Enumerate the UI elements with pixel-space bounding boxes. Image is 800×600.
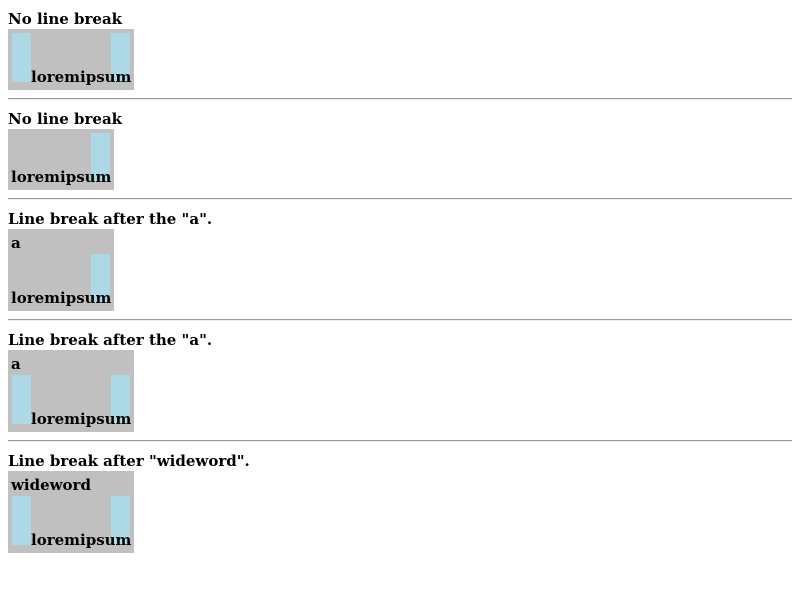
test-box: wideword loremipsum [8, 471, 134, 553]
section-heading: No line break [8, 110, 123, 128]
test-box: a loremipsum [8, 229, 114, 311]
section-heading: No line break [8, 10, 123, 28]
divider [8, 319, 792, 321]
box-first-word: a [11, 355, 21, 373]
divider [8, 440, 792, 442]
divider [8, 198, 792, 200]
box-first-word: wideword [11, 476, 91, 494]
divider [8, 98, 792, 100]
box-first-word: a [11, 234, 21, 252]
section-heading: Line break after the "a". [8, 331, 213, 349]
test-box: loremipsum [8, 129, 114, 190]
test-box: a loremipsum [8, 350, 134, 432]
test-page: No line break loremipsum No line break l… [0, 0, 800, 600]
box-text: loremipsum [11, 289, 112, 307]
left-float-bar [12, 496, 31, 545]
section-heading: Line break after "wideword". [8, 452, 250, 470]
section-heading: Line break after the "a". [8, 210, 213, 228]
left-float-bar [12, 375, 31, 424]
box-text: loremipsum [31, 410, 132, 428]
box-text: loremipsum [11, 168, 112, 186]
test-box: loremipsum [8, 29, 134, 90]
left-float-bar [12, 33, 31, 82]
box-text: loremipsum [31, 68, 132, 86]
box-text: loremipsum [31, 531, 132, 549]
